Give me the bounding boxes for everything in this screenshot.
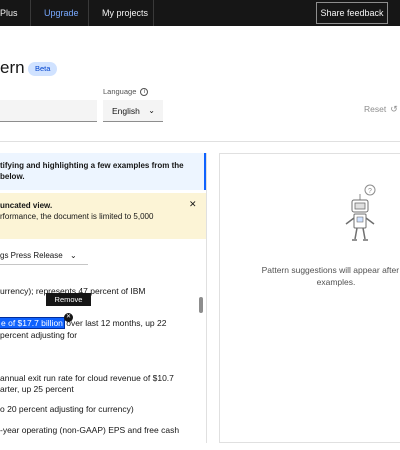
info-icon[interactable]: i — [140, 88, 149, 97]
language-label-text: Language — [103, 87, 137, 96]
topbar-divider — [30, 0, 31, 26]
close-icon[interactable]: ✕ — [189, 199, 197, 210]
document-line[interactable]: -year operating (non-GAAP) EPS and free … — [0, 425, 179, 435]
topbar-divider — [88, 0, 89, 26]
upgrade-link[interactable]: Upgrade — [44, 0, 79, 26]
scrollbar-thumb[interactable] — [199, 297, 203, 313]
my-projects-link[interactable]: My projects — [102, 0, 148, 26]
reset-button[interactable]: Reset ↺ — [364, 104, 398, 115]
document-line[interactable]: arter, up 25 percent — [0, 384, 74, 394]
chevron-down-icon: ⌄ — [148, 106, 155, 115]
page-title: ern — [0, 58, 25, 77]
document-line-tail: over last 12 months, up 22 — [66, 318, 167, 328]
beta-badge: Beta — [28, 62, 58, 76]
instruction-line-2: below. — [0, 172, 25, 181]
robot-illustration: ? — [345, 184, 376, 241]
document-select[interactable]: gs Press Release ⌄ — [0, 247, 88, 265]
section-divider — [0, 141, 400, 142]
pattern-name-input[interactable] — [0, 100, 97, 122]
document-line[interactable]: percent adjusting for — [0, 330, 77, 340]
share-feedback-button[interactable]: Share feedback — [316, 2, 388, 24]
highlighted-example[interactable]: e of $17.7 billion — [0, 317, 65, 329]
document-panel: tifying and highlighting a few examples … — [0, 153, 207, 443]
chevron-down-icon: ⌄ — [70, 251, 77, 260]
document-line[interactable]: o 20 percent adjusting for currency) — [0, 404, 134, 414]
plan-label: Plus — [0, 8, 18, 18]
language-value: English — [112, 106, 140, 116]
reset-icon: ↺ — [390, 104, 398, 114]
suggestions-panel: ? Pattern suggestions will appear after … — [219, 153, 400, 443]
suggestions-line-1: Pattern suggestions will appear after yo — [261, 265, 400, 275]
suggestions-empty-state: Pattern suggestions will appear after yo… — [246, 264, 400, 288]
svg-text:?: ? — [368, 188, 372, 195]
document-select-value: gs Press Release — [0, 251, 63, 260]
remove-highlight-icon[interactable]: ✕ — [64, 313, 73, 322]
top-navigation-bar: Plus Upgrade My projects Share feedback — [0, 0, 400, 26]
suggestions-line-2: examples. — [316, 277, 356, 287]
warning-message: rformance, the document is limited to 5,… — [0, 212, 154, 221]
instruction-line-1: tifying and highlighting a few examples … — [0, 161, 184, 170]
document-line[interactable]: annual exit run rate for cloud revenue o… — [0, 373, 174, 383]
topbar-divider — [153, 0, 154, 26]
document-scrollbar[interactable] — [198, 273, 206, 443]
reset-label: Reset — [364, 104, 387, 114]
language-select[interactable]: English ⌄ — [103, 100, 163, 122]
language-label: Language i — [103, 87, 149, 97]
truncation-warning: uncated view. rformance, the document is… — [0, 193, 206, 239]
remove-tooltip[interactable]: Remove — [46, 293, 91, 306]
document-line-highlighted[interactable]: e of $17.7 billion over last 12 months, … — [0, 317, 167, 329]
instruction-banner: tifying and highlighting a few examples … — [0, 153, 206, 190]
warning-title: uncated view. — [0, 201, 53, 210]
